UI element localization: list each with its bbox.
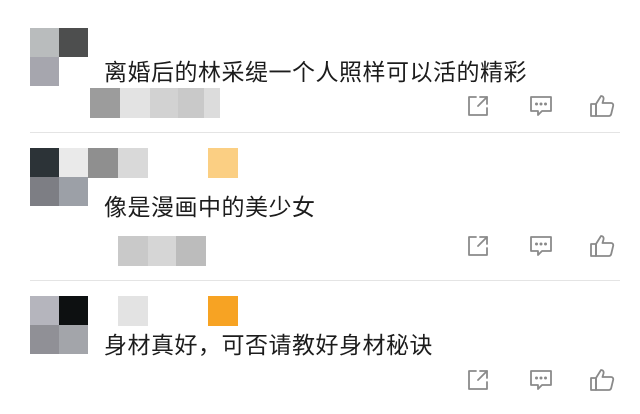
comment-actions xyxy=(462,366,622,396)
avatar-pixel xyxy=(30,325,59,354)
avatar[interactable] xyxy=(30,148,88,206)
username-blur xyxy=(88,296,238,326)
divider xyxy=(30,280,620,281)
comment-icon[interactable] xyxy=(527,92,557,122)
avatar[interactable] xyxy=(30,28,88,86)
username-blur xyxy=(90,88,220,118)
thumbs-up-icon[interactable] xyxy=(588,232,618,262)
comment-item: 身材真好，可否请教好身材秘诀 xyxy=(0,296,640,414)
avatar-pixel xyxy=(59,148,88,177)
comment-text: 离婚后的林采缇一个人照样可以活的精彩 xyxy=(104,60,527,86)
share-icon[interactable] xyxy=(464,366,494,396)
timestamp-blur xyxy=(118,236,206,266)
comment-item: 离婚后的林采缇一个人照样可以活的精彩 xyxy=(0,28,640,148)
divider xyxy=(30,132,620,133)
avatar-pixel xyxy=(30,177,59,206)
thumbs-up-icon[interactable] xyxy=(588,366,618,396)
comment-actions xyxy=(462,92,622,122)
username-blur xyxy=(88,148,238,178)
avatar-pixel xyxy=(59,57,88,86)
avatar-pixel xyxy=(30,57,59,86)
thumbs-up-icon[interactable] xyxy=(588,92,618,122)
share-icon[interactable] xyxy=(464,92,494,122)
avatar-pixel xyxy=(59,325,88,354)
avatar-pixel xyxy=(59,296,88,325)
avatar-pixel xyxy=(30,148,59,177)
avatar-pixel xyxy=(59,28,88,57)
avatar-pixel xyxy=(30,296,59,325)
avatar[interactable] xyxy=(30,296,88,354)
comment-icon[interactable] xyxy=(527,366,557,396)
avatar-pixel xyxy=(59,177,88,206)
comment-actions xyxy=(462,232,622,262)
avatar-pixel xyxy=(30,28,59,57)
comment-icon[interactable] xyxy=(527,232,557,262)
share-icon[interactable] xyxy=(464,232,494,262)
comment-text: 像是漫画中的美少女 xyxy=(104,195,316,221)
comment-item: 像是漫画中的美少女 xyxy=(0,148,640,278)
comment-text: 身材真好，可否请教好身材秘诀 xyxy=(104,333,433,359)
